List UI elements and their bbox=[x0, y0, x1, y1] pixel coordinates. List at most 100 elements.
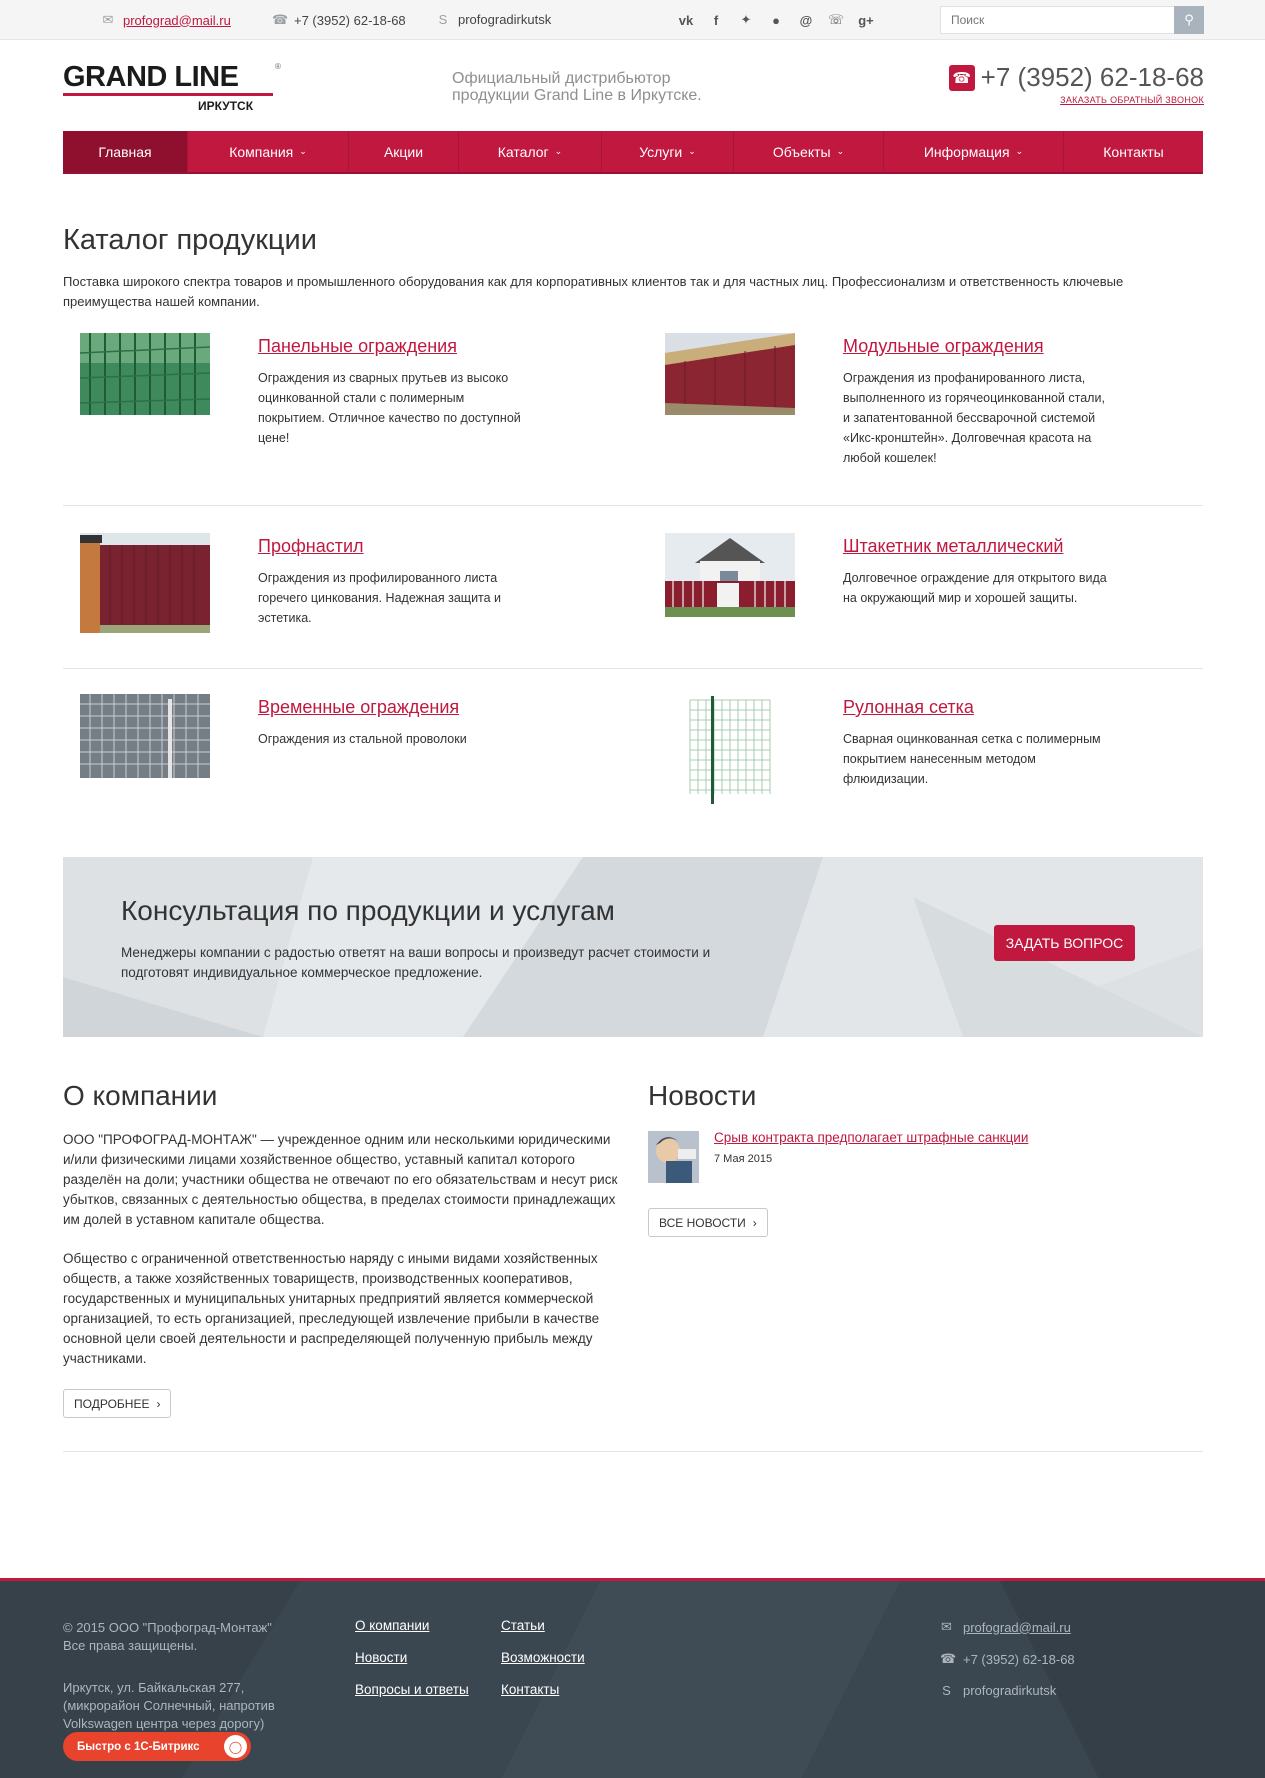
more-button-label: ПОДРОБНЕЕ bbox=[74, 1396, 150, 1411]
product-title-link[interactable]: Рулонная сетка bbox=[843, 697, 974, 718]
nav-item-company[interactable]: Компания ⌄ bbox=[188, 131, 349, 172]
topbar-phone-text: +7 (3952) 62-18-68 bbox=[294, 12, 406, 28]
product-title-link[interactable]: Профнастил bbox=[258, 536, 364, 557]
product-desc: Ограждения из сварных прутьев из высоко … bbox=[258, 371, 521, 445]
nav-item-objects[interactable]: Объекты ⌄ bbox=[734, 131, 884, 172]
nav-label: Главная bbox=[98, 143, 152, 160]
about-paragraph: ООО "ПРОФОГРАД-МОНТАЖ" — учрежденное одн… bbox=[63, 1132, 618, 1227]
skype-icon: S bbox=[438, 12, 448, 27]
nav-item-services[interactable]: Услуги ⌄ bbox=[602, 131, 734, 172]
divider bbox=[63, 505, 1203, 506]
topbar-skype: S profogradirkutsk bbox=[436, 12, 552, 27]
copyright-line1: © 2015 ООО "Профоград-Монтаж" bbox=[63, 1620, 272, 1635]
topbar-email-link[interactable]: profograd@mail.ru bbox=[123, 13, 231, 28]
footer-link-features[interactable]: Возможности bbox=[501, 1650, 585, 1665]
footer-link-articles[interactable]: Статьи bbox=[501, 1618, 545, 1633]
divider bbox=[63, 1451, 1203, 1452]
nav-label: Акции bbox=[383, 143, 424, 160]
bitrix-logo-icon: ◯ bbox=[224, 1735, 247, 1758]
top-bar: ✉ profograd@mail.ru ☎ +7 (3952) 62-18-68… bbox=[0, 0, 1265, 40]
about-text: ООО "ПРОФОГРАД-МОНТАЖ" — учрежденное одн… bbox=[63, 1130, 618, 1388]
chevron-right-icon: › bbox=[156, 1396, 161, 1411]
logo[interactable]: GRAND LINE ИРКУТСК ® bbox=[63, 62, 283, 118]
ask-question-button[interactable]: ЗАДАТЬ ВОПРОС bbox=[994, 925, 1135, 961]
twitter-icon[interactable]: ✦ bbox=[734, 8, 758, 32]
footer-copyright: © 2015 ООО "Профоград-Монтаж" Все права … bbox=[63, 1619, 272, 1655]
chevron-down-icon: ⌄ bbox=[554, 146, 563, 156]
consult-banner: Консультация по продукции и услугам Мене… bbox=[63, 857, 1203, 1037]
footer-phone-text: +7 (3952) 62-18-68 bbox=[963, 1651, 1075, 1667]
topbar-email: ✉ profograd@mail.ru bbox=[101, 12, 231, 28]
divider bbox=[63, 668, 1203, 669]
news-thumbnail[interactable] bbox=[648, 1131, 699, 1183]
header-phone: ☎ +7 (3952) 62-18-68 bbox=[948, 62, 1204, 93]
nav-item-catalog[interactable]: Каталог ⌄ bbox=[459, 131, 602, 172]
product-title-link[interactable]: Штакетник металлический bbox=[843, 536, 1063, 557]
product-desc: Ограждения из профанированного листа, вы… bbox=[843, 371, 1105, 465]
more-button[interactable]: ПОДРОБНЕЕ › bbox=[63, 1389, 172, 1418]
mailru-icon[interactable]: @ bbox=[794, 8, 818, 32]
nav-item-home[interactable]: Главная bbox=[63, 131, 188, 172]
topbar-skype-text: profogradirkutsk bbox=[458, 12, 552, 27]
all-news-button[interactable]: ВСЕ НОВОСТИ › bbox=[648, 1208, 768, 1237]
copyright-line2: Все права защищены. bbox=[63, 1638, 198, 1653]
nav-label: Каталог bbox=[497, 143, 549, 160]
news-item-link[interactable]: Срыв контракта предполагает штрафные сан… bbox=[714, 1130, 1028, 1145]
logo-underline bbox=[63, 93, 273, 96]
callback-link[interactable]: ЗАКАЗАТЬ ОБРАТНЫЙ ЗВОНОК bbox=[949, 95, 1204, 105]
product-image-modular-fence[interactable] bbox=[665, 333, 795, 415]
facebook-icon[interactable]: f bbox=[704, 8, 728, 32]
footer-link-contacts[interactable]: Контакты bbox=[501, 1682, 559, 1697]
nav-item-promos[interactable]: Акции bbox=[349, 131, 459, 172]
search-input[interactable] bbox=[941, 7, 1171, 33]
footer-phone: ☎ +7 (3952) 62-18-68 bbox=[940, 1651, 1075, 1667]
phone-icon: ☎ bbox=[948, 64, 975, 91]
product-image-panel-fence[interactable] bbox=[80, 333, 210, 415]
viber-icon[interactable]: ☏ bbox=[824, 8, 848, 32]
product-title-link[interactable]: Панельные ограждения bbox=[258, 336, 457, 357]
consult-title: Консультация по продукции и услугам bbox=[121, 895, 615, 926]
vk-icon[interactable]: vk bbox=[674, 8, 698, 32]
about-paragraph: Общество с ограниченной ответственностью… bbox=[63, 1251, 600, 1366]
footer-link-faq[interactable]: Вопросы и ответы bbox=[355, 1682, 469, 1697]
product-title-link[interactable]: Временные ограждения bbox=[258, 697, 459, 718]
skype-icon: S bbox=[942, 1683, 951, 1698]
logo-city: ИРКУТСК bbox=[198, 99, 254, 113]
odnoklassniki-icon[interactable]: ● bbox=[764, 8, 788, 32]
footer-email-link[interactable]: profograd@mail.ru bbox=[963, 1620, 1071, 1635]
chevron-down-icon: ⌄ bbox=[836, 146, 845, 156]
search-box: ⚲ bbox=[940, 6, 1204, 34]
nav-label: Информация bbox=[923, 143, 1010, 160]
search-button[interactable]: ⚲ bbox=[1174, 6, 1204, 34]
nav-label: Услуги bbox=[639, 143, 683, 160]
nav-item-contacts[interactable]: Контакты bbox=[1064, 131, 1203, 172]
product-desc: Ограждения из стальной проволоки bbox=[258, 732, 467, 746]
news-title: Новости bbox=[648, 1080, 757, 1111]
footer-skype: S profogradirkutsk bbox=[940, 1683, 1056, 1698]
product-title-link[interactable]: Модульные ограждения bbox=[843, 336, 1044, 357]
catalog-intro: Поставка широкого спектра товаров и пром… bbox=[63, 274, 1124, 309]
news-date: 7 Мая 2015 bbox=[714, 1153, 773, 1165]
social-links: vk f ✦ ● @ ☏ g+ bbox=[674, 8, 878, 32]
nav-label: Контакты bbox=[1103, 143, 1164, 160]
bitrix-badge[interactable]: Быстро с 1С-Битрикс ◯ bbox=[63, 1732, 251, 1761]
nav-item-info[interactable]: Информация ⌄ bbox=[884, 131, 1064, 172]
header-phone-text: +7 (3952) 62-18-68 bbox=[980, 62, 1204, 92]
product-image-temporary-fence[interactable] bbox=[80, 694, 210, 778]
nav-label: Компания bbox=[229, 143, 294, 160]
about-title: О компании bbox=[63, 1080, 218, 1111]
footer-link-news[interactable]: Новости bbox=[355, 1650, 407, 1665]
envelope-icon: ✉ bbox=[941, 1619, 952, 1634]
all-news-button-label: ВСЕ НОВОСТИ bbox=[659, 1215, 746, 1230]
product-image-picket-fence[interactable] bbox=[665, 533, 795, 617]
product-desc: Ограждения из профилированного листа гор… bbox=[258, 571, 502, 625]
envelope-icon: ✉ bbox=[102, 12, 114, 27]
product-image-roll-mesh[interactable] bbox=[665, 694, 795, 806]
footer-link-about[interactable]: О компании bbox=[355, 1618, 429, 1633]
google-plus-icon[interactable]: g+ bbox=[854, 8, 878, 32]
footer-address: Иркутск, ул. Байкальская 277, (микрорайо… bbox=[63, 1680, 275, 1731]
tagline-line2: продукции Grand Line в Иркутске. bbox=[452, 87, 702, 104]
product-image-profnastil[interactable] bbox=[80, 533, 210, 633]
logo-text: GRAND LINE bbox=[63, 61, 239, 93]
footer-skype-text: profogradirkutsk bbox=[963, 1683, 1057, 1698]
